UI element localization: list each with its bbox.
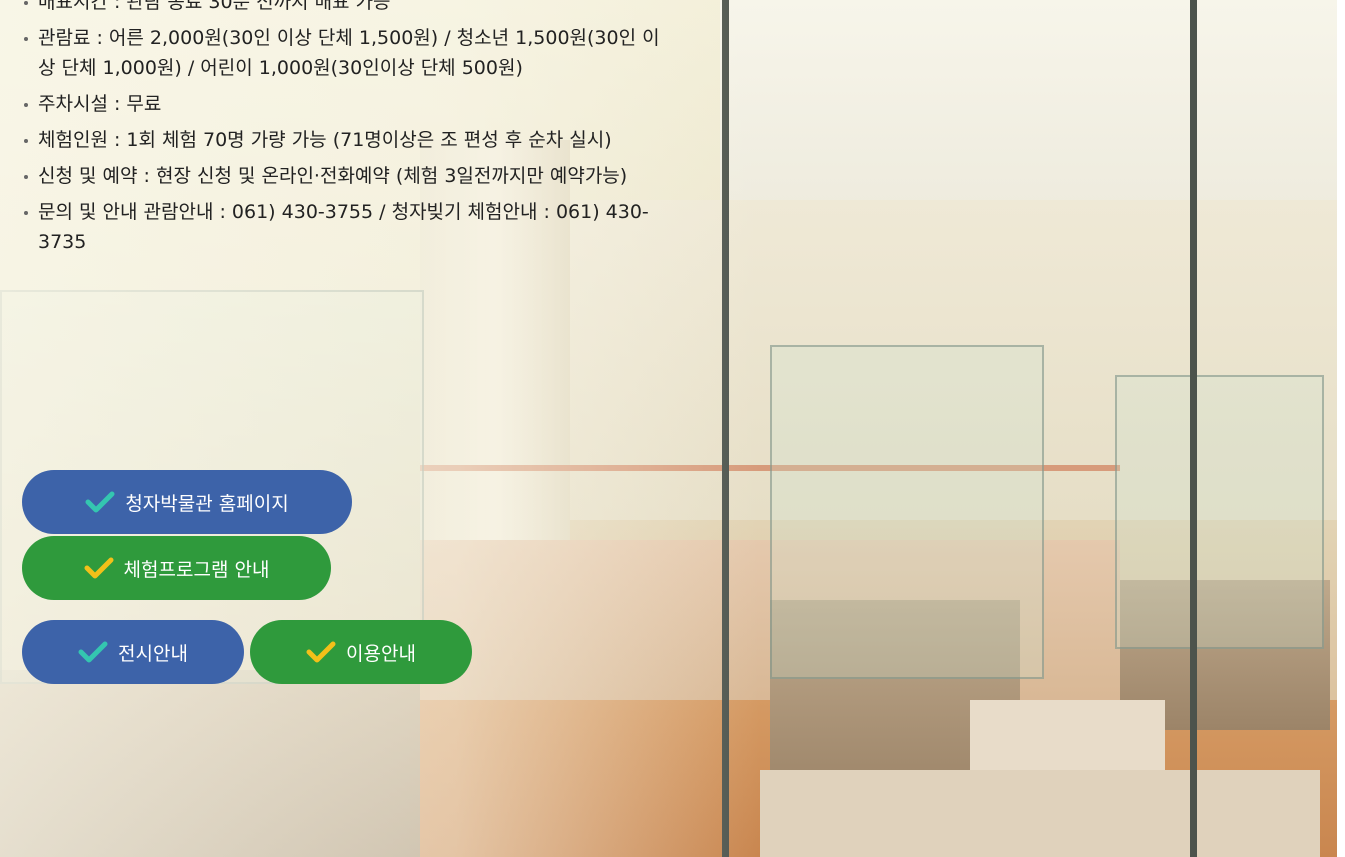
program-button-label: 체험프로그램 안내: [123, 558, 270, 581]
glass-case: [770, 345, 1044, 679]
info-ticket-time: 매표시간 : 관람 종료 30분 전까지 매표 가능: [22, 0, 662, 17]
info-contact: 문의 및 안내 관람안내 : 061) 430-3755 / 청자빚기 체험안내…: [22, 197, 662, 257]
check-icon: [85, 491, 115, 513]
glass-frame: [1190, 0, 1197, 857]
info-list: 매표시간 : 관람 종료 30분 전까지 매표 가능 관람료 : 어른 2,00…: [22, 0, 662, 263]
exhibit-button-label: 전시안내: [118, 642, 188, 665]
usage-button-label: 이용안내: [346, 642, 416, 665]
glass-case: [1115, 375, 1324, 649]
info-capacity: 체험인원 : 1회 체험 70명 가량 가능 (71명이상은 조 편성 후 순차…: [22, 125, 662, 155]
check-icon: [84, 557, 114, 579]
info-reservation: 신청 및 예약 : 현장 신청 및 온라인·전화예약 (체험 3일전까지만 예약…: [22, 161, 662, 191]
homepage-button-label: 청자박물관 홈페이지: [125, 492, 289, 515]
info-admission-fee: 관람료 : 어른 2,000원(30인 이상 단체 1,500원) / 청소년 …: [22, 23, 662, 83]
homepage-button[interactable]: 청자박물관 홈페이지: [22, 470, 352, 534]
program-button[interactable]: 체험프로그램 안내: [22, 536, 331, 600]
usage-button[interactable]: 이용안내: [250, 620, 472, 684]
exhibit-button[interactable]: 전시안내: [22, 620, 244, 684]
pedestal: [760, 770, 1320, 857]
check-icon: [78, 641, 108, 663]
check-icon: [306, 641, 336, 663]
info-parking: 주차시설 : 무료: [22, 89, 662, 119]
